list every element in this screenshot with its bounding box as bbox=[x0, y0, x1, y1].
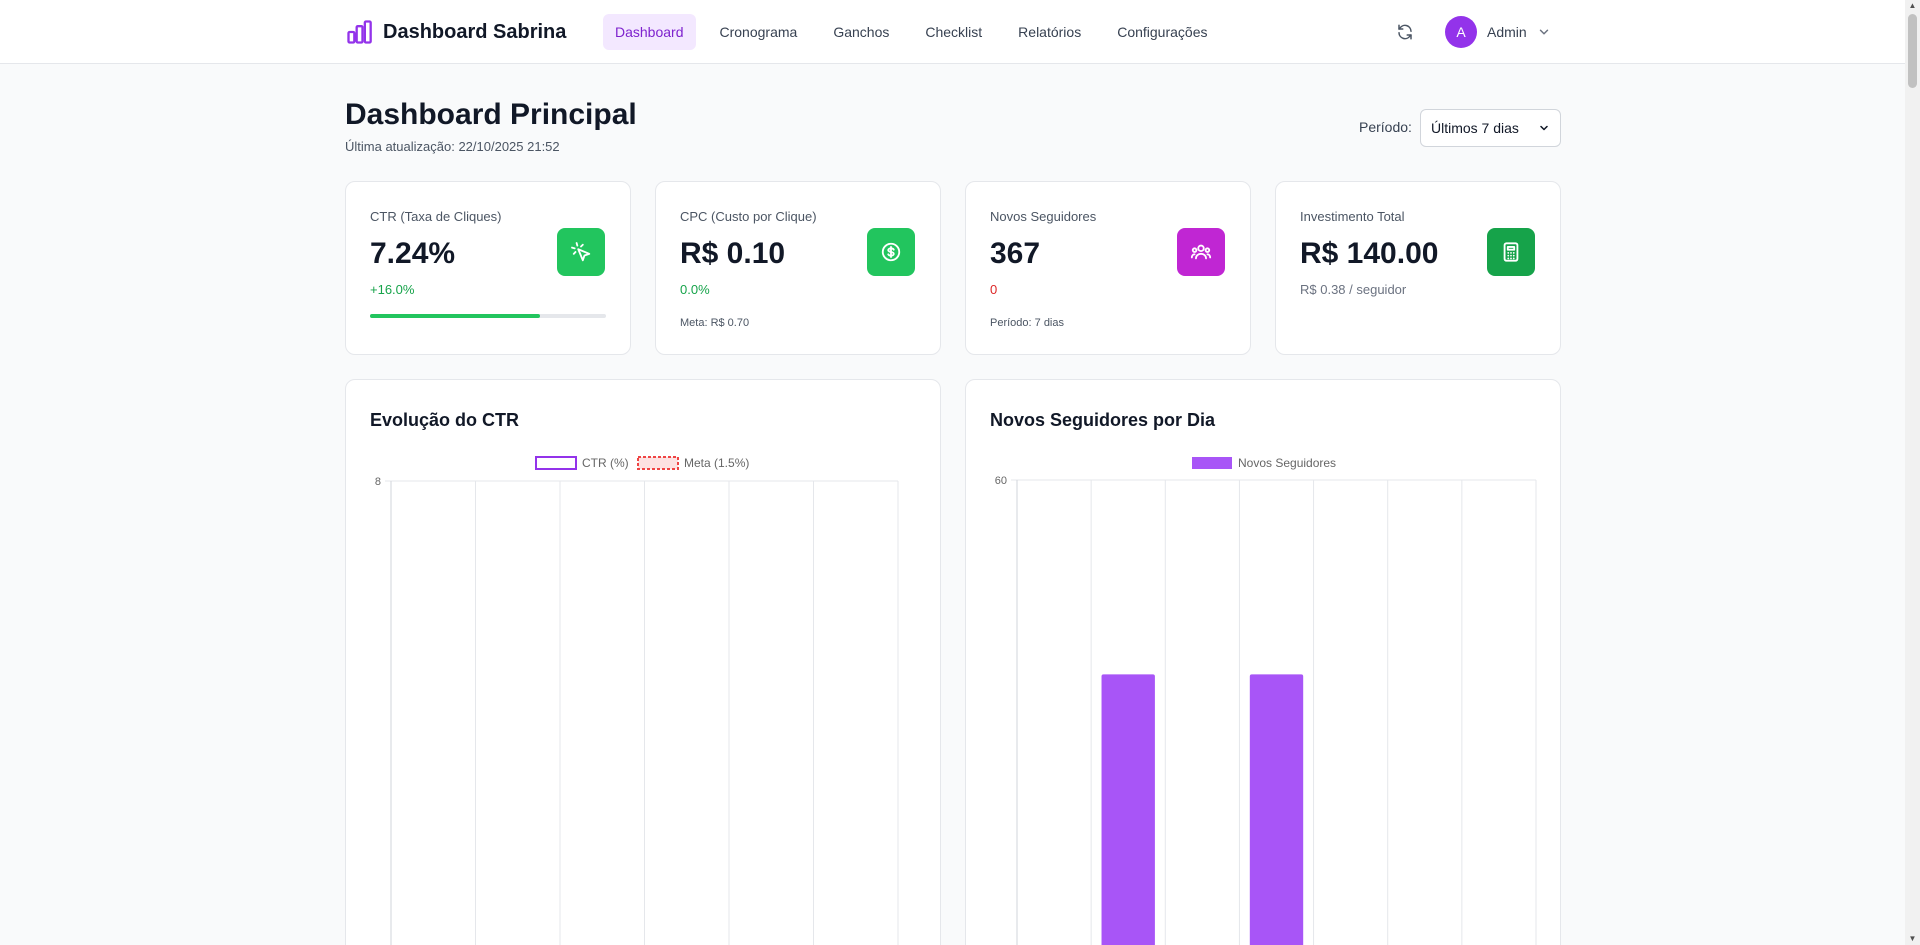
ctr-card: CTR (Taxa de Cliques) 7.24% +16.0% bbox=[345, 181, 631, 355]
legend-swatch-followers bbox=[1192, 457, 1232, 469]
scroll-thumb[interactable] bbox=[1908, 14, 1917, 88]
legend-swatch-ctr bbox=[535, 456, 577, 470]
nav-checklist[interactable]: Checklist bbox=[913, 14, 994, 50]
period-select-value: Últimos 7 dias bbox=[1431, 120, 1519, 136]
brand-name: Dashboard Sabrina bbox=[383, 20, 567, 43]
progress-fill bbox=[370, 314, 540, 318]
cpc-card: CPC (Custo por Clique) R$ 0.10 0.0% Meta… bbox=[655, 181, 941, 355]
refresh-icon bbox=[1398, 24, 1412, 40]
bar bbox=[1101, 674, 1155, 945]
chevron-down-icon bbox=[1539, 29, 1548, 35]
ctr-line-chart: CTR (%) Meta (1.5%) 8 bbox=[375, 456, 899, 945]
cursor-click-icon bbox=[557, 228, 605, 276]
refresh-button[interactable] bbox=[1393, 20, 1417, 44]
page-title: Dashboard Principal bbox=[345, 98, 637, 131]
card-title: CPC (Custo por Clique) bbox=[680, 209, 817, 224]
scroll-down-arrow[interactable]: ▼ bbox=[1908, 935, 1917, 943]
legend-label-meta: Meta (1.5%) bbox=[684, 456, 749, 470]
nav-dashboard[interactable]: Dashboard bbox=[603, 14, 696, 50]
legend-swatch-meta bbox=[637, 456, 679, 470]
brand[interactable]: Dashboard Sabrina bbox=[345, 18, 566, 46]
calculator-icon bbox=[1487, 228, 1535, 276]
card-footer: Período: 7 dias bbox=[990, 317, 1064, 329]
legend-label-ctr: CTR (%) bbox=[582, 456, 629, 470]
investment-card: Investimento Total R$ 140.00 R$ 0.38 / s… bbox=[1275, 181, 1561, 355]
avatar: A bbox=[1445, 16, 1477, 48]
followers-chart-panel: Novos Seguidores por Dia Novos Seguidore… bbox=[965, 379, 1561, 945]
followers-card: Novos Seguidores 367 0 Período: 7 dias bbox=[965, 181, 1251, 355]
ctr-progress-bar bbox=[370, 314, 606, 318]
period-select[interactable]: Últimos 7 dias bbox=[1420, 109, 1561, 147]
card-title: Novos Seguidores bbox=[990, 209, 1097, 224]
user-menu[interactable]: A Admin bbox=[1445, 16, 1551, 48]
card-footer: Meta: R$ 0.70 bbox=[680, 317, 750, 329]
main-nav: Dashboard Cronograma Ganchos Checklist R… bbox=[603, 14, 1219, 50]
nav-ganchos[interactable]: Ganchos bbox=[821, 14, 901, 50]
y-tick-label: 8 bbox=[375, 476, 381, 488]
nav-cronograma[interactable]: Cronograma bbox=[708, 14, 810, 50]
card-change: 0.0% bbox=[680, 282, 710, 297]
nav-relatorios[interactable]: Relatórios bbox=[1006, 14, 1093, 50]
bar bbox=[1249, 674, 1304, 945]
legend-label-followers: Novos Seguidores bbox=[1238, 456, 1336, 470]
chevron-down-icon bbox=[1540, 125, 1548, 131]
ctr-chart-panel: Evolução do CTR CTR (%) Meta (1.5%) 8 bbox=[345, 379, 941, 945]
followers-bar-chart: Novos Seguidores 60 bbox=[995, 456, 1537, 945]
bar-chart-icon bbox=[347, 20, 372, 44]
dollar-icon bbox=[867, 228, 915, 276]
scroll-up-arrow[interactable]: ▲ bbox=[1908, 2, 1917, 10]
card-change: +16.0% bbox=[370, 282, 415, 297]
card-value: 7.24% bbox=[370, 237, 456, 270]
user-name: Admin bbox=[1487, 24, 1527, 40]
nav-configuracoes[interactable]: Configurações bbox=[1105, 14, 1219, 50]
card-value: 367 bbox=[990, 237, 1041, 270]
card-value: R$ 0.10 bbox=[680, 237, 786, 270]
users-icon bbox=[1177, 228, 1225, 276]
card-change: R$ 0.38 / seguidor bbox=[1300, 282, 1407, 297]
card-change: 0 bbox=[990, 282, 998, 297]
card-value: R$ 140.00 bbox=[1300, 237, 1439, 270]
top-navbar: Dashboard Sabrina Dashboard Cronograma G… bbox=[0, 0, 1905, 64]
card-title: Investimento Total bbox=[1300, 209, 1405, 224]
y-tick-label: 60 bbox=[995, 475, 1007, 487]
card-title: CTR (Taxa de Cliques) bbox=[370, 209, 502, 224]
last-update: Última atualização: 22/10/2025 21:52 bbox=[345, 139, 560, 154]
page-scrollbar[interactable]: ▲ ▼ bbox=[1905, 0, 1920, 945]
period-label: Período: bbox=[1359, 119, 1412, 135]
